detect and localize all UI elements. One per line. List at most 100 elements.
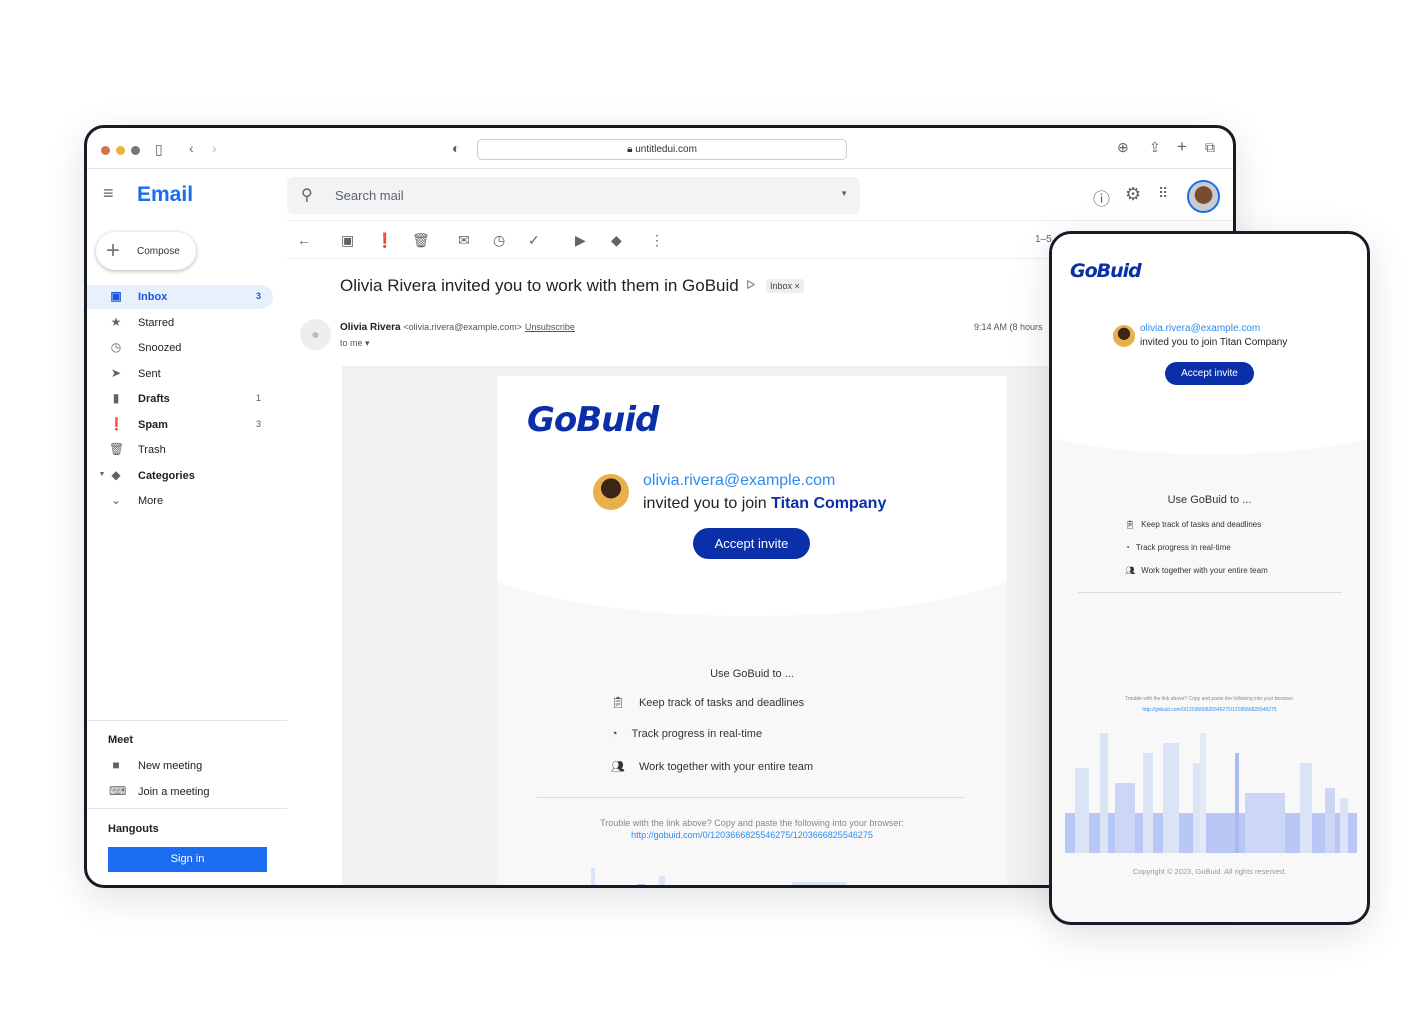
nav-count: 3 [255, 291, 261, 301]
menu-icon[interactable]: ≡ [103, 183, 114, 204]
city-illustration [1065, 729, 1357, 853]
meet-heading: Meet [108, 734, 134, 746]
divider [87, 808, 287, 809]
sidebar-item-inbox[interactable]: ▣ Inbox 3 [87, 285, 273, 309]
chevron-down-icon: ⌄ [110, 493, 122, 507]
more-vert-icon[interactable]: ⋮ [650, 232, 664, 249]
divider [87, 168, 1233, 169]
lock-icon: 🔒︎ [627, 144, 636, 155]
feature-item: Track progress in real-time [631, 728, 763, 740]
clock-icon: ◷ [110, 340, 122, 354]
company-name: Titan Company [771, 495, 887, 512]
mark-unread-icon[interactable]: ✉ [458, 232, 470, 249]
accept-invite-button[interactable]: Accept invite [1165, 362, 1254, 385]
trouble-text: Trouble with the link above? Copy and pa… [1125, 696, 1294, 702]
join-meeting-item[interactable]: ⌨ Join a meeting [87, 780, 273, 804]
inbox-icon: ▣ [110, 289, 122, 303]
feature-item: Work together with your entire team [638, 761, 814, 773]
inviter-avatar [593, 474, 629, 510]
nav-label: New meeting [138, 760, 203, 772]
label-icon: ◆ [111, 468, 121, 482]
mobile-email-preview: GoBuid olivia.rivera@example.com invited… [1049, 231, 1370, 925]
important-marker-icon[interactable]: ᐅ [746, 278, 755, 292]
search-input[interactable]: ⚲ Search mail ▼ [287, 177, 860, 214]
back-nav-icon[interactable]: ‹ [189, 140, 194, 156]
sidebar-item-sent[interactable]: ➤ Sent [87, 362, 273, 386]
nav-count: 1 [255, 393, 261, 403]
features-title: Use GoBuid to ... [710, 668, 794, 680]
compose-button[interactable]: + Compose [96, 232, 196, 270]
search-options-icon[interactable]: ▼ [840, 189, 848, 198]
inbox-label-badge[interactable]: Inbox × [766, 279, 804, 293]
copyright-text: Copyright © 2023, GoBuid. All rights res… [1132, 867, 1287, 876]
recipients-toggle[interactable]: to me ▾ [340, 338, 370, 349]
sidebar-item-drafts[interactable]: ▮ Drafts 1 [87, 387, 273, 411]
fallback-link[interactable]: http://gobuid.com/0/1203666825546275/120… [1052, 707, 1367, 713]
download-icon[interactable]: ⊕ [1117, 139, 1129, 156]
sidebar-item-more[interactable]: ⌄ More [87, 489, 273, 513]
feature-item: Keep track of tasks and deadlines [1141, 520, 1262, 529]
close-window-button[interactable] [101, 146, 110, 155]
speedometer-icon: ◔ [611, 728, 618, 740]
city-illustration [587, 856, 887, 885]
help-icon[interactable]: ⓘ [1093, 185, 1110, 210]
forward-nav-icon[interactable]: › [212, 140, 217, 156]
sign-in-button[interactable]: Sign in [108, 847, 267, 872]
add-task-icon[interactable]: ✓ [528, 232, 540, 249]
settings-gear-icon[interactable]: ⚙ [1125, 184, 1141, 205]
search-placeholder: Search mail [335, 188, 404, 203]
keyboard-icon: ⌨ [109, 784, 127, 798]
minimize-window-button[interactable] [116, 146, 125, 155]
label-icon[interactable]: ◆ [611, 232, 622, 249]
sidebar-item-spam[interactable]: ❗ Spam 3 [87, 413, 273, 437]
inviter-email-link[interactable]: olivia.rivera@example.com [1140, 323, 1260, 334]
report-spam-icon[interactable]: ❗ [376, 232, 393, 249]
share-icon[interactable]: ⇪ [1149, 139, 1161, 156]
nav-label: Join a meeting [138, 786, 210, 798]
sender-avatar: ● [300, 319, 331, 350]
sidebar-item-trash[interactable]: 🗑︎ Trash [87, 438, 273, 462]
feature-item: Work together with your entire team [1141, 566, 1268, 575]
divider [1078, 592, 1342, 593]
delete-icon[interactable]: 🗑︎ [412, 232, 430, 249]
sidebar-item-categories[interactable]: ▼ ◆ Categories [87, 464, 273, 488]
inviter-email-link[interactable]: olivia.rivera@example.com [643, 472, 835, 490]
nav-label: Drafts [138, 393, 170, 405]
trouble-text: Trouble with the link above? Copy and pa… [600, 818, 904, 828]
search-icon: ⚲ [301, 187, 313, 204]
sidebar-item-snoozed[interactable]: ◷ Snoozed [87, 336, 273, 360]
new-tab-icon[interactable]: + [1177, 137, 1187, 157]
snooze-icon[interactable]: ◷ [493, 232, 505, 249]
tabs-overview-icon[interactable]: ⧉ [1205, 139, 1215, 156]
accept-invite-button[interactable]: Accept invite [693, 528, 810, 559]
user-avatar[interactable] [1187, 180, 1220, 213]
spam-icon: ❗ [109, 417, 124, 431]
archive-icon[interactable]: ▣ [341, 232, 354, 249]
draft-icon: ▮ [112, 391, 120, 405]
address-bar[interactable]: 🔒︎ untitledui.com [477, 139, 847, 160]
invited-text: invited you to join [643, 495, 772, 512]
speedometer-icon: ◔ [1125, 543, 1130, 552]
nav-label: More [138, 495, 164, 507]
sidebar-toggle-icon[interactable]: ▯ [155, 141, 163, 158]
move-to-icon[interactable]: ▶ [575, 232, 586, 249]
divider [87, 720, 287, 721]
sidebar-item-starred[interactable]: ★ Starred [87, 311, 273, 335]
back-arrow-icon[interactable]: ← [297, 232, 311, 248]
nav-label: Spam [138, 419, 168, 431]
inviter-avatar [1113, 325, 1135, 347]
unsubscribe-link[interactable]: Unsubscribe [525, 322, 575, 332]
email-timestamp: 9:14 AM (8 hours [974, 322, 1043, 332]
caret-icon: ▼ [98, 471, 106, 478]
send-icon: ➤ [110, 366, 122, 380]
features-title: Use GoBuid to ... [1167, 494, 1252, 506]
team-icon: 👥︎ [611, 761, 625, 773]
shield-icon[interactable]: ◐ [452, 140, 460, 156]
apps-grid-icon[interactable]: ⠿ [1158, 185, 1168, 202]
new-meeting-item[interactable]: ■ New meeting [87, 754, 273, 778]
plus-icon: + [106, 237, 121, 264]
zoom-window-button[interactable] [131, 146, 140, 155]
video-camera-icon: ■ [112, 758, 120, 772]
fallback-link[interactable]: http://gobuid.com/0/1203666825546275/120… [497, 830, 1007, 840]
nav-label: Starred [138, 317, 175, 329]
